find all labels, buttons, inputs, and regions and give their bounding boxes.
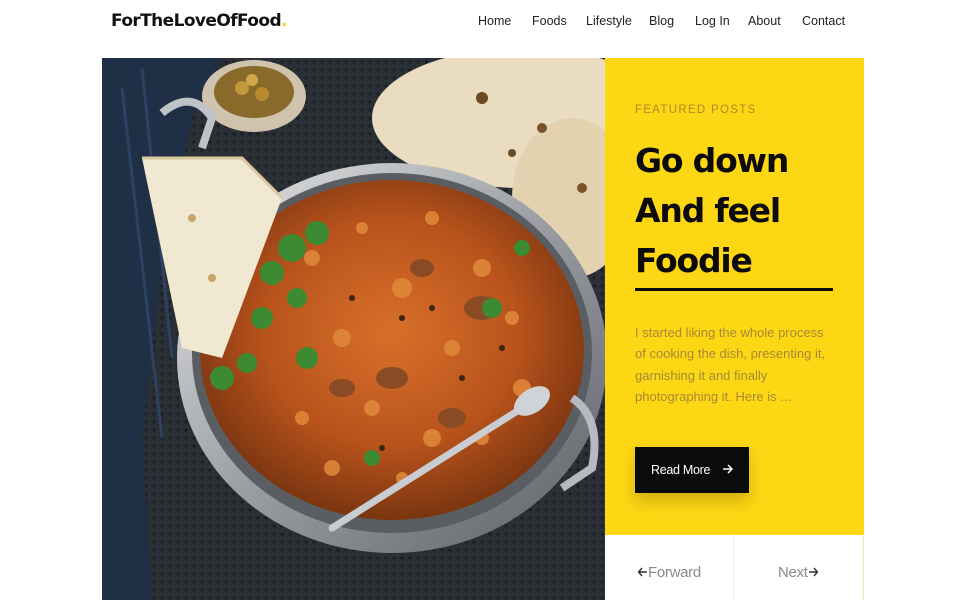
forward-label: Forward	[648, 563, 701, 581]
arrow-right-icon	[808, 567, 819, 577]
next-button[interactable]: Next	[778, 562, 819, 582]
nav-item-login[interactable]: Log In	[695, 14, 730, 28]
nav-item-foods[interactable]: Foods	[532, 14, 567, 28]
next-label: Next	[778, 563, 808, 581]
nav-item-contact[interactable]: Contact	[802, 14, 845, 28]
nav-item-home[interactable]: Home	[478, 14, 511, 28]
featured-headline[interactable]: Go down And feel Foodie	[635, 136, 850, 286]
headline-line-1: Go down	[635, 141, 789, 180]
forward-button[interactable]: Forward	[637, 562, 701, 582]
featured-excerpt: I started liking the whole process of co…	[635, 325, 826, 404]
post-pager: Forward Next	[605, 535, 864, 600]
site-header: ForTheLoveOfFood. Home Foods Lifestyle B…	[0, 0, 960, 44]
nav-item-about[interactable]: About	[748, 14, 781, 28]
arrow-right-icon	[723, 464, 734, 474]
biryani-dish-illustration	[102, 58, 605, 600]
main-nav: Home Foods Lifestyle Blog Log In About C…	[0, 14, 960, 32]
nav-item-lifestyle[interactable]: Lifestyle	[586, 14, 632, 28]
headline-underline	[635, 288, 833, 291]
pager-divider	[733, 535, 734, 600]
hero-food-image[interactable]	[102, 58, 605, 600]
featured-posts-panel: FEATURED POSTS Go down And feel Foodie I…	[605, 58, 864, 535]
read-more-button[interactable]: Read More	[635, 447, 749, 493]
read-more-label: Read More	[651, 463, 711, 477]
headline-line-2: And feel	[635, 191, 781, 230]
arrow-left-icon	[637, 567, 647, 577]
headline-line-3: Foodie	[635, 241, 753, 280]
featured-eyebrow: FEATURED POSTS	[635, 104, 757, 116]
nav-item-blog[interactable]: Blog	[649, 14, 674, 28]
